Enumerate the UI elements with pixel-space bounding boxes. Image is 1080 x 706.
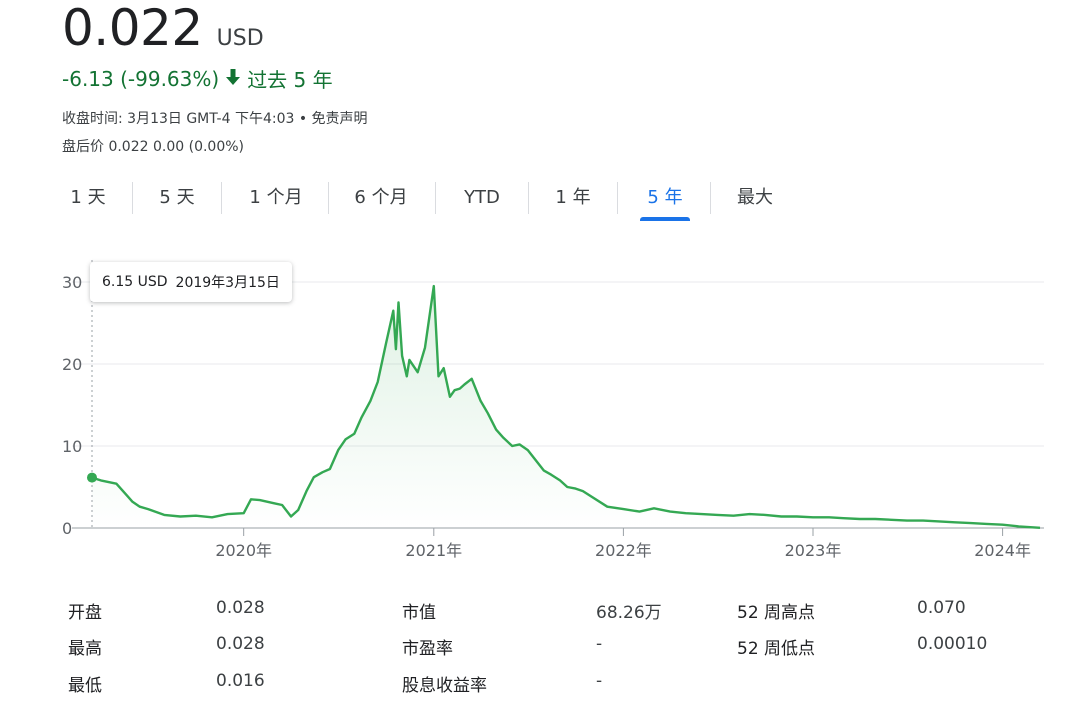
stock-quote-panel: 0.022 USD -6.13 (-99.63%) 过去 5 年 收盘时间: 3… xyxy=(0,0,1080,706)
stat-label-pe-ratio: 市盈率 xyxy=(402,639,453,659)
stat-value-pe-ratio: - xyxy=(596,634,603,654)
stat-value-dividend-yield: - xyxy=(596,671,603,691)
arrow-down-icon xyxy=(225,67,241,91)
stat-value-52w-high: 0.070 xyxy=(917,598,966,618)
price-area xyxy=(92,286,1040,528)
y-axis: 0 10 20 30 xyxy=(62,273,82,538)
stat-label-dividend-yield: 股息收益率 xyxy=(402,676,487,696)
after-hours-price: 盘后价 0.022 0.00 (0.00%) xyxy=(62,139,244,155)
tooltip-price: 6.15 USD xyxy=(102,274,168,290)
stat-label-52w-low: 52 周低点 xyxy=(737,639,816,659)
y-tick-label: 20 xyxy=(62,355,82,374)
tab-5-day[interactable]: 5 天 xyxy=(155,179,199,217)
y-tick-label: 30 xyxy=(62,273,82,292)
y-tick-label: 0 xyxy=(62,519,72,538)
tab-6-month[interactable]: 6 个月 xyxy=(349,179,413,217)
change-value: -6.13 (-99.63%) xyxy=(62,66,220,91)
tab-divider xyxy=(617,182,618,214)
stat-label-52w-high: 52 周高点 xyxy=(737,603,816,623)
tab-divider xyxy=(221,182,222,214)
x-tick-label: 2023年 xyxy=(785,541,842,560)
hover-point xyxy=(87,472,97,483)
stat-value-market-cap: 68.26万 xyxy=(596,603,662,623)
tab-divider xyxy=(132,182,133,214)
x-tick-label: 2021年 xyxy=(405,541,462,560)
stat-label-open: 开盘 xyxy=(68,603,102,623)
currency-label: USD xyxy=(216,26,264,51)
x-tick-label: 2022年 xyxy=(595,541,652,560)
range-tabs: 1 天 5 天 1 个月 6 个月 YTD 1 年 5 年 最大 xyxy=(62,178,777,221)
change-period: 过去 5 年 xyxy=(247,68,333,92)
x-tick-label: 2020年 xyxy=(215,541,272,560)
tab-divider xyxy=(528,182,529,214)
tab-1-day[interactable]: 1 天 xyxy=(62,179,114,217)
tab-max[interactable]: 最大 xyxy=(733,179,777,217)
chart-tooltip: 6.15 USD 2019年3月15日 xyxy=(90,262,292,302)
x-tick-label: 2024年 xyxy=(974,541,1031,560)
tab-divider xyxy=(435,182,436,214)
price-change: -6.13 (-99.63%) 过去 5 年 xyxy=(62,64,333,93)
stat-label-high: 最高 xyxy=(68,639,102,659)
current-price: 0.022 xyxy=(62,0,203,57)
stat-value-high: 0.028 xyxy=(216,634,265,654)
tab-5-year[interactable]: 5 年 xyxy=(640,179,690,221)
x-axis: 2020年 2021年 2022年 2023年 2024年 xyxy=(215,528,1031,560)
tab-divider xyxy=(328,182,329,214)
stat-value-52w-low: 0.00010 xyxy=(917,634,988,654)
stat-label-market-cap: 市值 xyxy=(402,603,436,623)
y-tick-label: 10 xyxy=(62,437,82,456)
price-row: 0.022 USD xyxy=(62,0,264,60)
tab-ytd[interactable]: YTD xyxy=(458,179,506,217)
stat-label-low: 最低 xyxy=(68,676,102,696)
stat-value-low: 0.016 xyxy=(216,671,265,691)
tab-1-year[interactable]: 1 年 xyxy=(551,179,595,217)
tooltip-date: 2019年3月15日 xyxy=(175,275,280,291)
close-time: 收盘时间: 3月13日 GMT-4 下午4:03 • 免责声明 xyxy=(62,111,368,127)
tab-divider xyxy=(710,182,711,214)
stat-value-open: 0.028 xyxy=(216,598,265,618)
tab-1-month[interactable]: 1 个月 xyxy=(244,179,308,217)
